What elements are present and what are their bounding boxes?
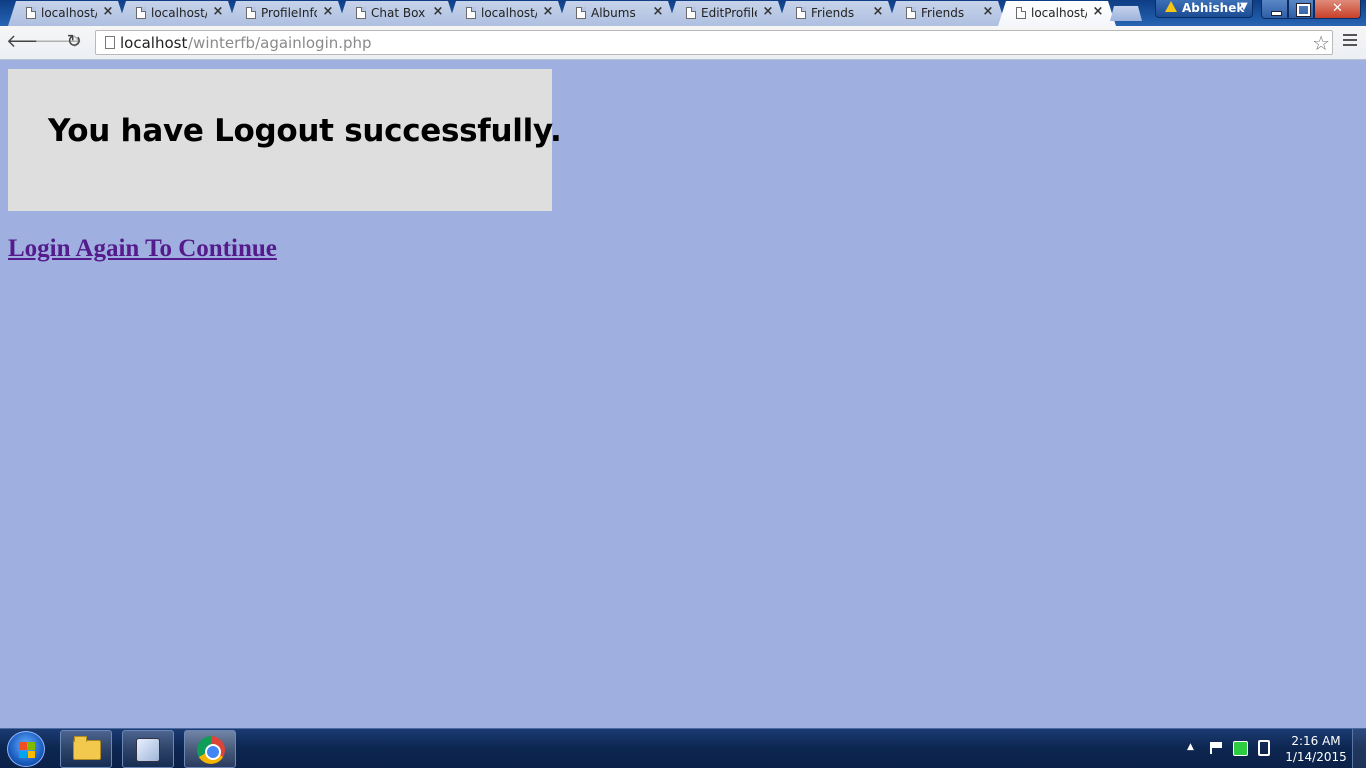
page-icon (576, 7, 586, 19)
tab-label: ProfileInfo (261, 6, 317, 20)
browser-tab[interactable]: Chat Box × (338, 1, 456, 26)
browser-tab[interactable]: Friends × (888, 1, 1006, 26)
tab-label: localhost/ (41, 6, 97, 20)
page-icon (246, 7, 256, 19)
address-bar[interactable]: localhost /winterfb/againlogin.php ☆ (95, 30, 1333, 55)
chrome-icon (197, 736, 225, 764)
forward-arrow-icon[interactable]: 🡒 (34, 31, 82, 53)
page-icon (136, 7, 146, 19)
page-icon (105, 36, 115, 49)
browser-titlebar: localhost/× localhost/× ProfileInfo × Chat B… (0, 0, 1366, 27)
tab-label: localhost/ (151, 6, 207, 20)
browser-toolbar: 🡐 🡒 ↻ localhost /winterfb/againlogin.php… (0, 26, 1366, 60)
page-icon (796, 7, 806, 19)
browser-tab[interactable]: localhost/ × (118, 1, 236, 26)
url-host: localhost (120, 34, 188, 52)
show-desktop-button[interactable] (1352, 729, 1366, 768)
reload-icon[interactable]: ↻ (63, 31, 85, 53)
logout-message-box: You have Logout successfully. (8, 69, 562, 211)
browser-tab[interactable]: ProfileInfo × (228, 1, 346, 26)
close-icon[interactable]: × (432, 5, 444, 19)
page-icon (466, 7, 476, 19)
close-window-button[interactable] (1314, 0, 1361, 19)
minimize-button[interactable] (1261, 0, 1288, 19)
tab-label: Friends (921, 6, 965, 20)
taskbar: ▲ 2:16 AM 1/14/2015 (0, 728, 1366, 768)
windows-logo-icon (19, 742, 35, 758)
tab-label: Albums (591, 6, 636, 20)
clock[interactable]: 2:16 AM 1/14/2015 (1285, 733, 1347, 765)
page-icon (906, 7, 916, 19)
page-icon (26, 7, 36, 19)
new-tab-button[interactable] (1110, 6, 1142, 21)
profile-name: Abhishek (1182, 1, 1245, 15)
tab-label: EditProfile (701, 6, 757, 20)
taskbar-explorer-button[interactable] (60, 730, 112, 768)
start-button[interactable] (7, 731, 45, 767)
clock-date: 1/14/2015 (1285, 750, 1347, 764)
flag-icon[interactable] (1210, 742, 1224, 754)
browser-tab[interactable]: Friends × (778, 1, 896, 26)
tab-label: Chat Box (371, 6, 426, 20)
tab-strip: localhost/× localhost/× ProfileInfo × Chat B… (8, 1, 1116, 27)
close-icon[interactable]: × (212, 5, 224, 19)
page-icon (1016, 7, 1026, 19)
tab-label: localhost/ (1031, 6, 1087, 20)
page-content: You have Logout successfully. Login Agai… (0, 61, 1366, 728)
sync-icon[interactable] (1233, 741, 1248, 756)
restore-button[interactable] (1288, 0, 1314, 19)
close-icon[interactable]: × (872, 5, 884, 19)
virtualbox-icon (136, 738, 160, 762)
tab-label: Friends (811, 6, 855, 20)
back-arrow-icon[interactable]: 🡐 (6, 31, 54, 53)
login-again-link[interactable]: Login Again To Continue (8, 235, 277, 263)
close-icon[interactable]: × (762, 5, 774, 19)
folder-icon (73, 736, 101, 760)
tab-label: localhost/ (481, 6, 537, 20)
browser-tab[interactable]: Albums × (558, 1, 676, 26)
page-icon (686, 7, 696, 19)
close-icon[interactable]: × (1092, 5, 1104, 19)
browser-tab[interactable]: localhost/ × (448, 1, 566, 26)
browser-tab[interactable]: localhost/ × (8, 1, 126, 26)
chevron-down-icon: ▼ (1240, 1, 1248, 12)
profile-button[interactable]: Abhishek ▼ (1155, 0, 1253, 18)
close-icon[interactable]: × (542, 5, 554, 19)
clock-time: 2:16 AM (1291, 734, 1341, 748)
close-icon[interactable]: × (982, 5, 994, 19)
page-icon (356, 7, 366, 19)
taskbar-virtualbox-button[interactable] (122, 730, 174, 768)
url-path: /winterfb/againlogin.php (188, 34, 372, 52)
star-icon[interactable]: ☆ (1312, 31, 1330, 55)
tray-overflow-icon[interactable]: ▲ (1187, 742, 1194, 752)
power-icon[interactable] (1258, 740, 1270, 756)
close-icon[interactable]: × (102, 5, 114, 19)
warning-icon (1165, 1, 1177, 12)
logout-message: You have Logout successfully. (48, 113, 562, 149)
browser-tab[interactable]: EditProfile × (668, 1, 786, 26)
close-icon[interactable]: × (652, 5, 664, 19)
taskbar-chrome-button[interactable] (184, 730, 236, 768)
browser-tab[interactable]: localhost/ × (998, 1, 1116, 26)
close-icon[interactable]: × (322, 5, 334, 19)
menu-icon[interactable] (1343, 34, 1357, 48)
